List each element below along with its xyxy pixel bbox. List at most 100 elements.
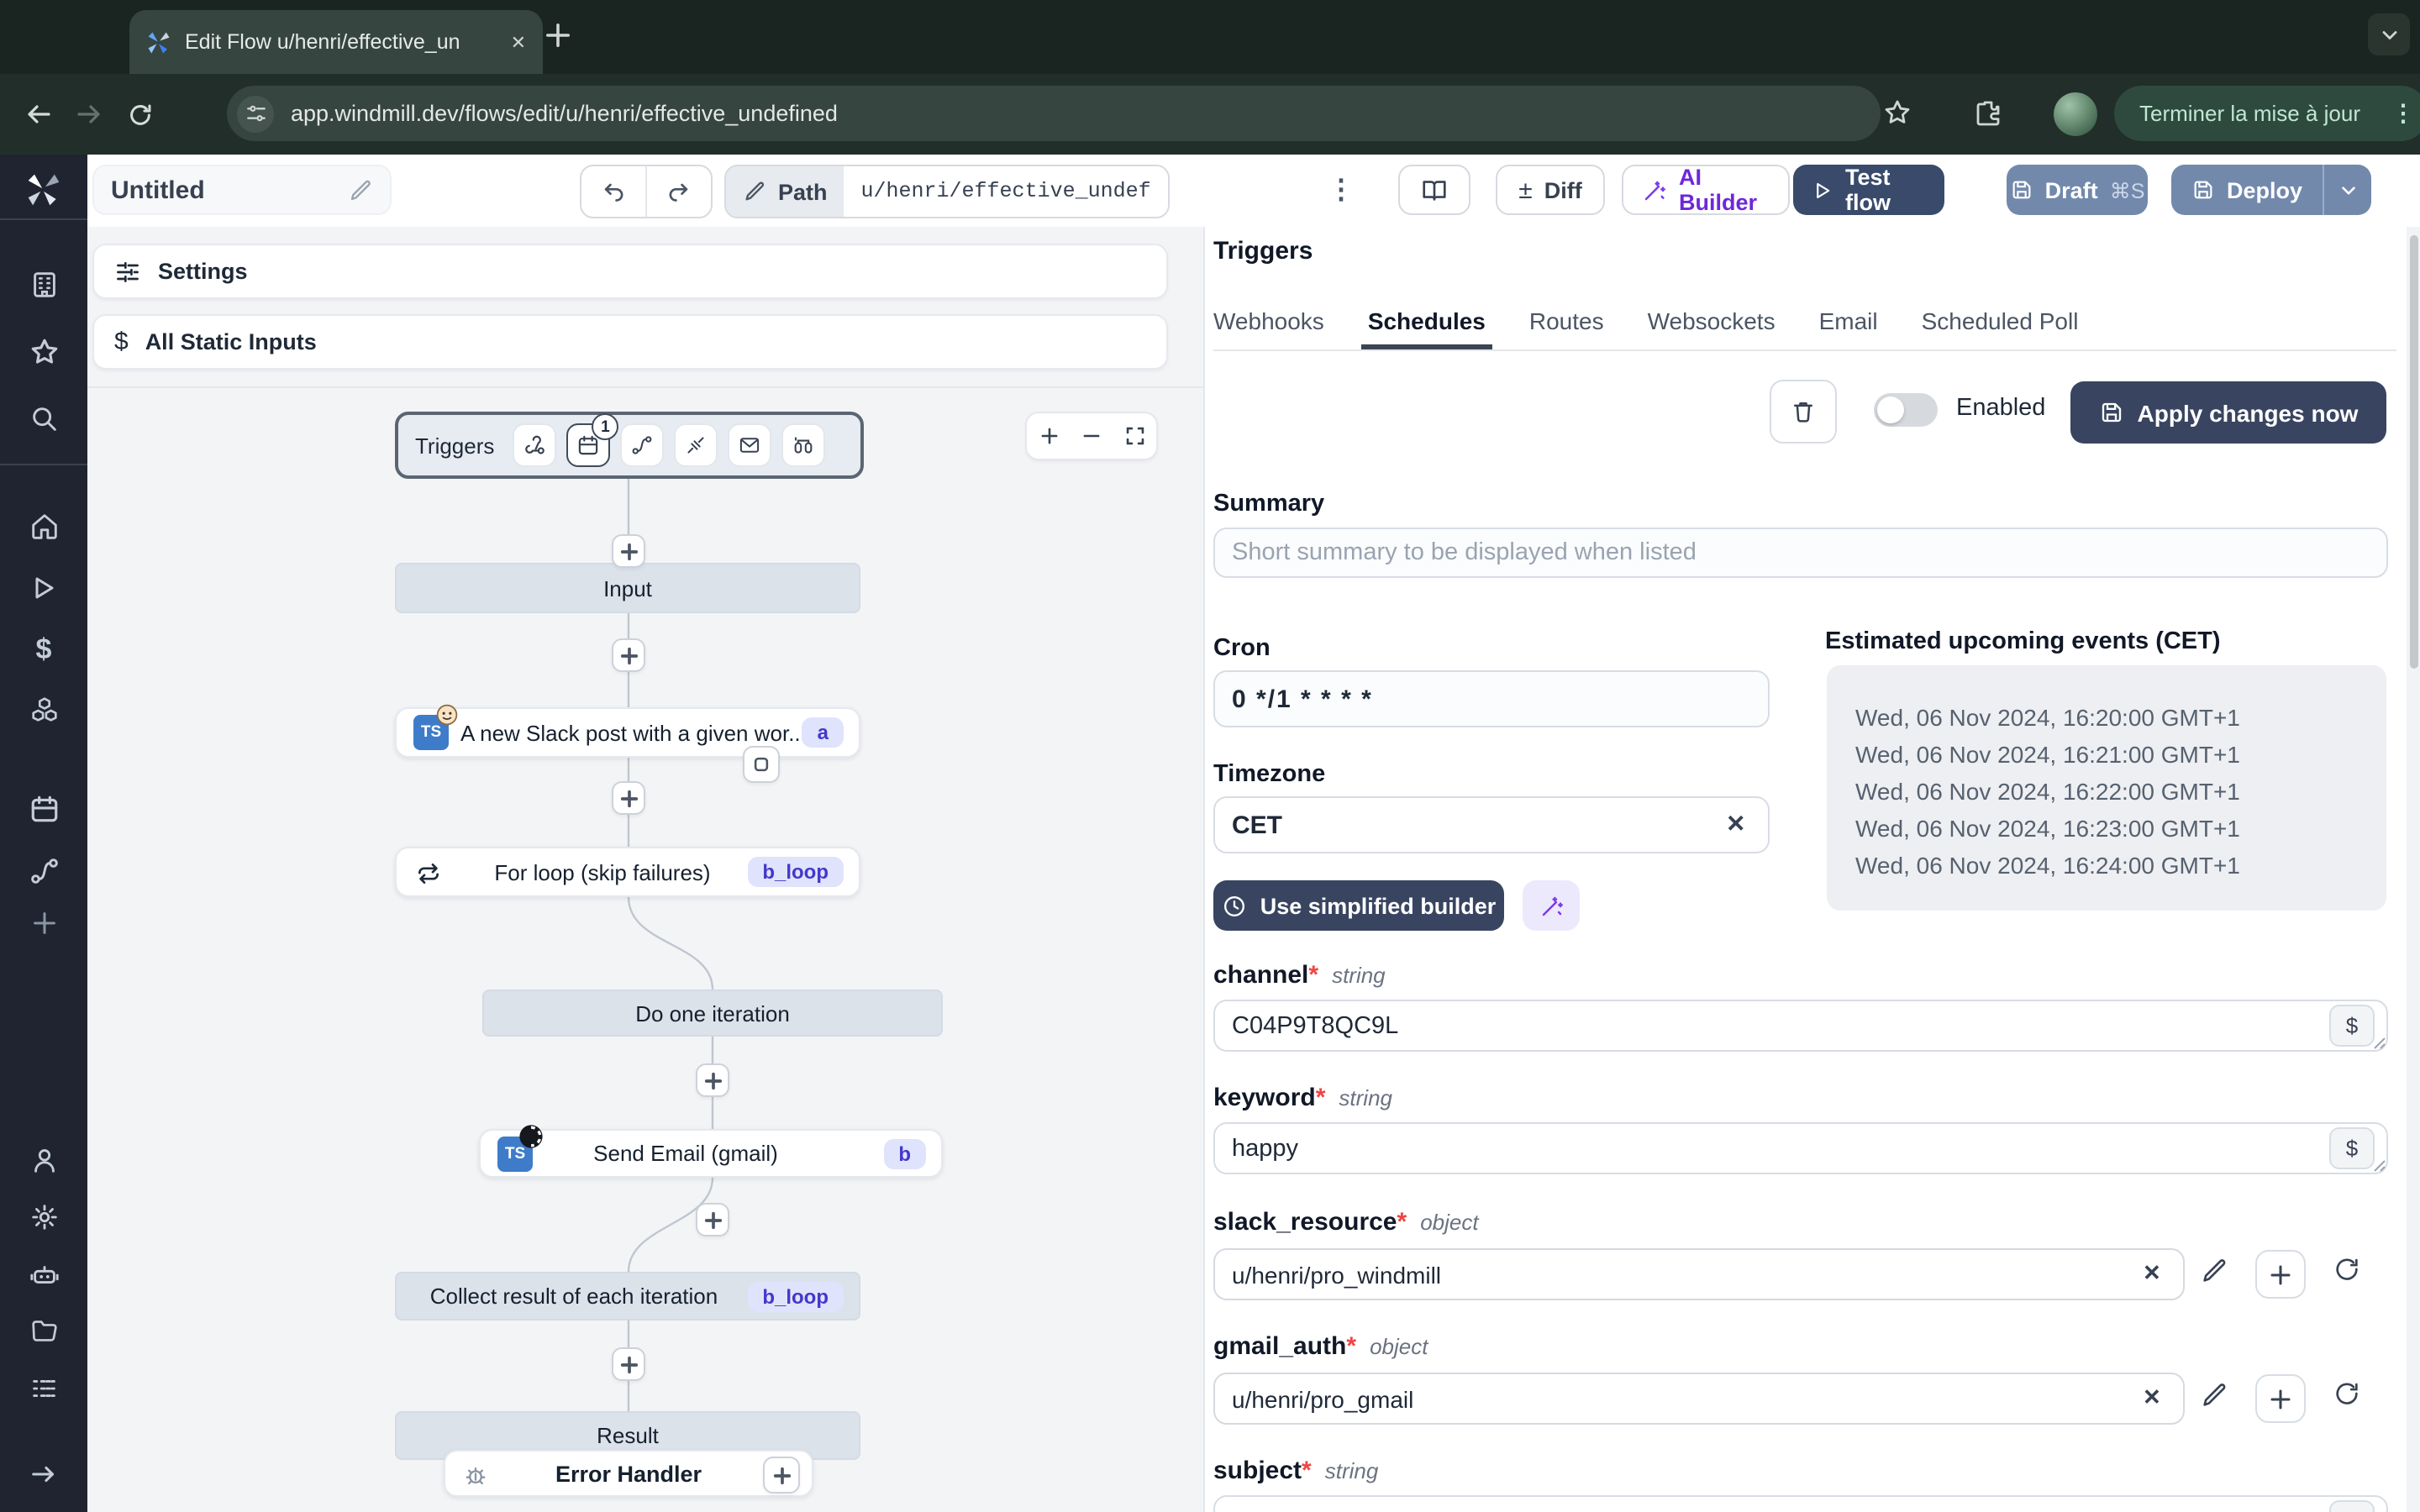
docs-book-button[interactable] (1398, 165, 1470, 215)
cron-input[interactable] (1213, 670, 1770, 727)
browser-menu-kebab-icon[interactable]: ⋮ (2391, 99, 2415, 128)
sidebar-item-runs[interactable] (0, 573, 87, 603)
diff-button[interactable]: ± Diff (1496, 165, 1605, 215)
tab-scheduled-poll[interactable]: Scheduled Poll (1922, 307, 2079, 349)
tab-search-chevron-icon[interactable] (2368, 13, 2410, 55)
sidebar-item-workspace[interactable] (0, 269, 87, 301)
insert-step-button[interactable] (612, 1347, 645, 1381)
tab-close-icon[interactable]: ✕ (511, 31, 526, 53)
email-trigger-icon[interactable] (728, 423, 772, 467)
back-icon[interactable] (13, 99, 64, 129)
websocket-trigger-icon[interactable] (674, 423, 718, 467)
extensions-puzzle-icon[interactable] (1973, 97, 2003, 128)
sidebar-item-create[interactable] (0, 907, 87, 939)
reload-icon[interactable] (114, 100, 165, 129)
resize-handle-icon[interactable] (2373, 1159, 2386, 1173)
channel-insert-variable-button[interactable]: $ (2329, 1005, 2375, 1047)
insert-step-button[interactable] (612, 638, 645, 672)
draft-button[interactable]: Draft ⌘S (2007, 165, 2148, 215)
sidebar-item-variables[interactable]: $ (0, 633, 87, 667)
windmill-logo-icon[interactable] (0, 171, 87, 208)
deploy-button[interactable]: Deploy (2171, 165, 2323, 215)
webhook-trigger-icon[interactable] (513, 423, 557, 467)
path-field[interactable]: Path u/henri/effective_undef (724, 165, 1170, 218)
sidebar-item-favorites[interactable] (0, 336, 87, 368)
collect-result-node[interactable]: Collect result of each iteration b_loop (395, 1272, 860, 1320)
bookmark-star-icon[interactable] (1882, 97, 1912, 128)
sidebar-expand-arrow-icon[interactable] (0, 1458, 87, 1490)
ai-cron-wand-button[interactable] (1523, 880, 1580, 931)
subject-input[interactable] (1213, 1495, 2388, 1512)
keyword-input[interactable] (1213, 1122, 2388, 1174)
tab-email[interactable]: Email (1819, 307, 1878, 349)
profile-avatar[interactable] (2054, 92, 2097, 136)
resize-handle-icon[interactable] (2373, 1037, 2386, 1050)
ai-builder-button[interactable]: AI Builder (1622, 165, 1790, 215)
clear-slack-resource-icon[interactable]: ✕ (2143, 1260, 2161, 1287)
site-settings-icon[interactable] (237, 95, 274, 132)
edit-name-pencil-icon[interactable] (348, 177, 373, 202)
url-bar[interactable]: app.windmill.dev/flows/edit/u/henri/effe… (227, 86, 1881, 141)
sidebar-item-settings[interactable] (0, 1201, 87, 1233)
sidebar-item-routes[interactable] (0, 855, 87, 887)
add-slack-resource-button[interactable] (2255, 1250, 2306, 1299)
insert-step-button[interactable] (612, 534, 645, 568)
subject-insert-variable-button[interactable]: $ (2329, 1500, 2375, 1512)
send-email-step-node[interactable]: TS Send Email (gmail) b (479, 1124, 943, 1178)
new-tab-icon[interactable] (541, 18, 575, 52)
test-flow-button[interactable]: Test flow (1793, 165, 1944, 215)
error-handler-node[interactable]: Error Handler (444, 1450, 813, 1497)
add-error-handler-button[interactable] (763, 1457, 800, 1494)
sidebar-item-home[interactable] (0, 511, 87, 543)
panel-scrollbar[interactable] (2407, 227, 2420, 1512)
tab-websockets[interactable]: Websockets (1648, 307, 1776, 349)
schedule-trigger-icon[interactable]: 1 (566, 413, 619, 467)
deploy-dropdown-button[interactable] (2323, 165, 2371, 215)
timezone-input[interactable] (1213, 796, 1770, 853)
input-node[interactable]: Input (395, 563, 860, 613)
sidebar-item-logs[interactable] (0, 1373, 87, 1404)
slack-step-node[interactable]: TS A new Slack post with a given wor... … (395, 704, 860, 758)
sidebar-item-schedules[interactable] (0, 793, 87, 825)
triggers-node[interactable]: Triggers 1 (395, 412, 864, 479)
sidebar-item-account[interactable] (0, 1144, 87, 1176)
do-one-iteration-node[interactable]: Do one iteration (482, 990, 943, 1037)
tab-routes[interactable]: Routes (1529, 307, 1604, 349)
refresh-gmail-auth-icon[interactable] (2333, 1379, 2361, 1408)
browser-update-button[interactable]: Terminer la mise à jour ⋮ (2114, 86, 2420, 141)
clear-timezone-icon[interactable]: ✕ (1726, 810, 1745, 838)
edit-slack-resource-icon[interactable] (2200, 1257, 2228, 1285)
refresh-slack-resource-icon[interactable] (2333, 1255, 2361, 1284)
edit-gmail-auth-icon[interactable] (2200, 1381, 2228, 1410)
sidebar-item-workers[interactable] (0, 1260, 87, 1292)
forloop-step-node[interactable]: For loop (skip failures) b_loop (395, 847, 860, 897)
insert-step-button[interactable] (612, 781, 645, 815)
sidebar-item-folders[interactable] (0, 1315, 87, 1347)
enabled-toggle[interactable] (1874, 393, 1938, 427)
insert-step-button[interactable] (696, 1203, 729, 1236)
route-trigger-icon[interactable] (620, 423, 665, 467)
apply-changes-button[interactable]: Apply changes now (2070, 381, 2386, 444)
add-gmail-auth-button[interactable] (2255, 1374, 2306, 1423)
clear-gmail-auth-icon[interactable]: ✕ (2143, 1384, 2161, 1411)
slack-resource-input[interactable] (1213, 1248, 2185, 1300)
undo-button[interactable] (581, 166, 647, 217)
keyword-insert-variable-button[interactable]: $ (2329, 1127, 2375, 1169)
summary-input[interactable] (1213, 528, 2388, 578)
use-simplified-builder-button[interactable]: Use simplified builder (1213, 880, 1504, 931)
forward-icon[interactable] (64, 99, 114, 129)
tab-webhooks[interactable]: Webhooks (1213, 307, 1324, 349)
delete-schedule-button[interactable] (1770, 380, 1837, 444)
gmail-auth-input[interactable] (1213, 1373, 2185, 1425)
toolbar-kebab-icon[interactable]: ⋮ (1328, 165, 1355, 215)
zoom-out-icon[interactable] (1071, 425, 1113, 447)
sidebar-item-search[interactable] (0, 403, 87, 435)
flow-name-field[interactable]: Untitled (92, 165, 392, 215)
path-value-segment[interactable]: u/henri/effective_undef (844, 166, 1168, 217)
insert-inline-node-button[interactable] (743, 746, 780, 783)
scrollbar-thumb[interactable] (2409, 235, 2417, 669)
channel-input[interactable] (1213, 1000, 2388, 1052)
sidebar-item-resources[interactable] (0, 694, 87, 726)
insert-step-button[interactable] (696, 1063, 729, 1097)
browser-tab[interactable]: Edit Flow u/henri/effective_un ✕ (129, 10, 543, 74)
